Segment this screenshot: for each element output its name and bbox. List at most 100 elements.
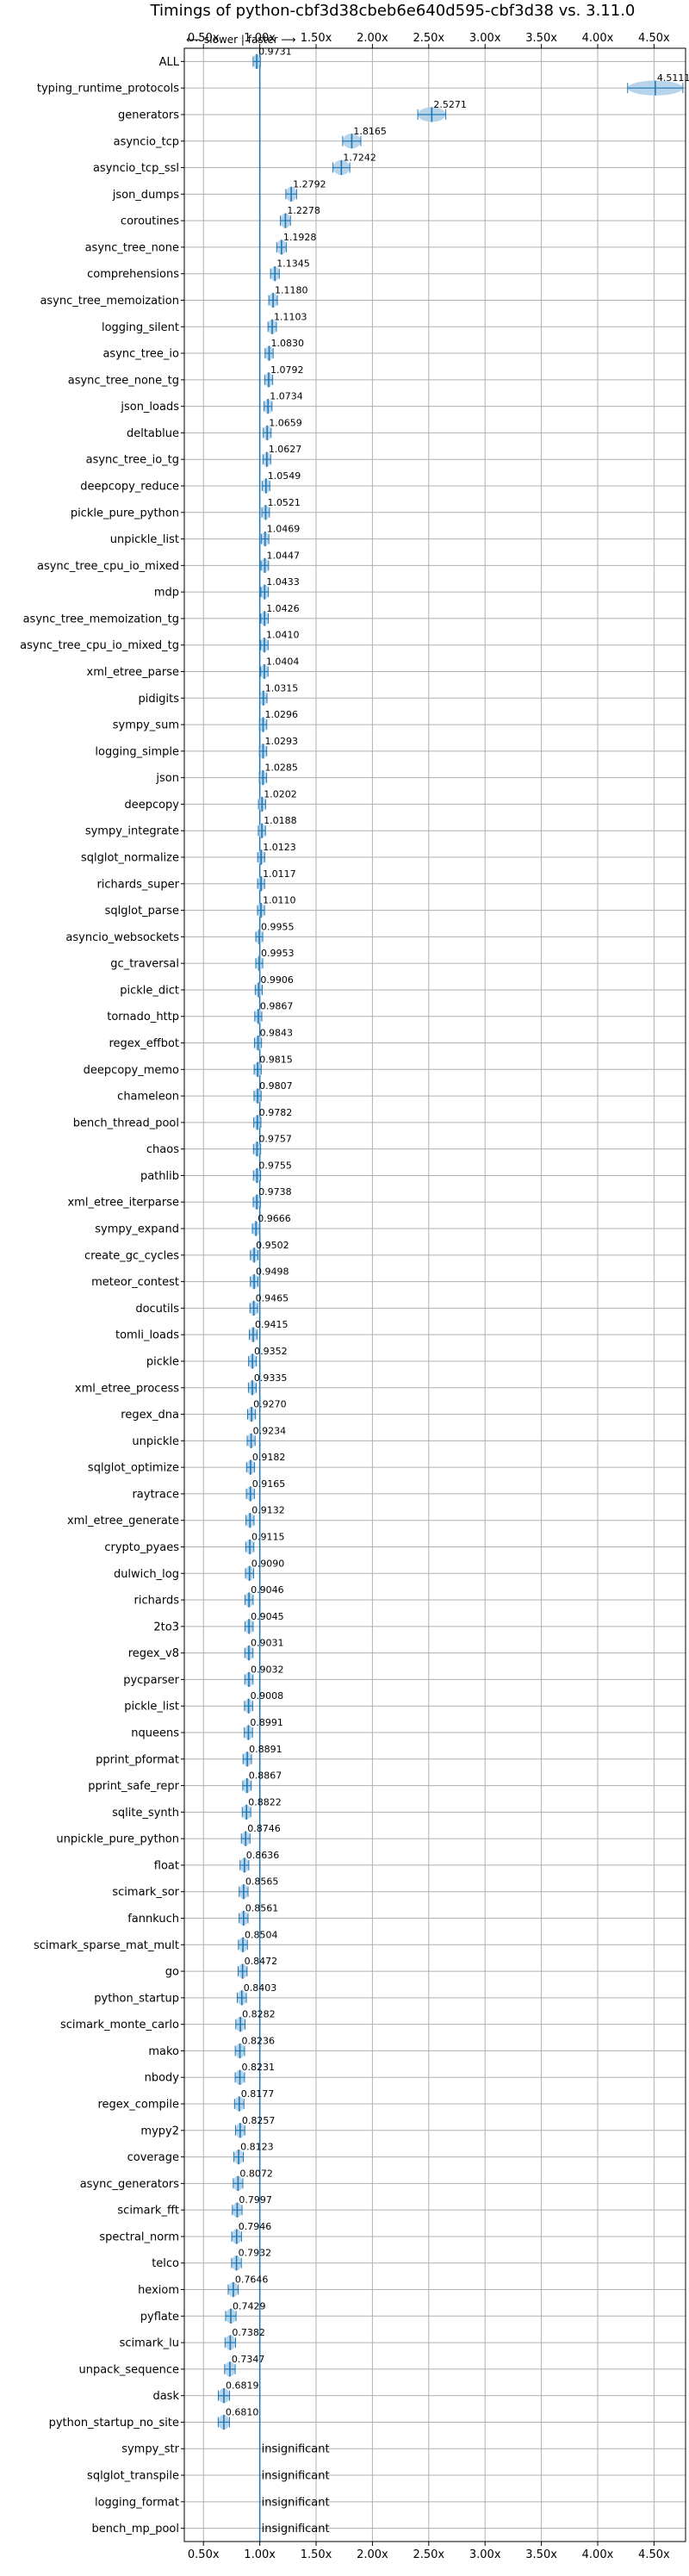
category-label: pidigits [139, 693, 180, 706]
value-label: 0.9165 [252, 1478, 286, 1490]
value-label: 1.0285 [264, 762, 298, 774]
chart-title: Timings of python-cbf3d38cbeb6e640d595-c… [150, 2, 636, 20]
value-label: 1.0469 [267, 524, 301, 535]
category-label: ALL [159, 56, 180, 69]
category-label: regex_dna [121, 1409, 179, 1422]
category-label: go [165, 1966, 179, 1979]
category-label: raytrace [132, 1488, 179, 1501]
value-label: 1.1345 [276, 258, 310, 270]
x-tick-label-bottom: 0.50x [188, 2548, 220, 2561]
category-label: scimark_sor [112, 1886, 179, 1899]
value-label: 1.0627 [269, 444, 302, 455]
category-label: crypto_pyaes [104, 1541, 179, 1554]
value-label: 0.8746 [247, 1823, 281, 1834]
insignificant-label: insignificant [262, 2496, 330, 2509]
value-label: 0.7946 [239, 2221, 272, 2232]
category-label: asyncio_websockets [65, 931, 179, 944]
category-label: richards [134, 1595, 180, 1608]
category-label: deepcopy_memo [84, 1064, 179, 1077]
value-label: 0.8072 [239, 2168, 273, 2179]
value-label: 1.0830 [270, 338, 304, 349]
category-label: sqlglot_parse [105, 905, 179, 918]
value-label: 0.9132 [251, 1505, 285, 1516]
category-label: spectral_norm [99, 2231, 179, 2243]
category-label: pyflate [140, 2311, 179, 2324]
category-label: async_generators [80, 2178, 180, 2191]
value-label: 0.9046 [251, 1584, 284, 1596]
category-label: deltablue [127, 427, 179, 440]
value-label: 1.2278 [287, 205, 320, 216]
value-label: 0.8282 [242, 2009, 276, 2020]
category-label: sqlglot_normalize [81, 852, 179, 865]
category-label: tomli_loads [115, 1329, 179, 1342]
category-label: pickle [146, 1355, 179, 1368]
value-label: 0.8236 [242, 2035, 276, 2046]
category-label: scimark_monte_carlo [60, 2019, 179, 2032]
value-label: 0.8403 [244, 1982, 277, 1994]
category-label: deepcopy_reduce [80, 480, 179, 493]
category-label: xml_etree_generate [67, 1515, 179, 1528]
value-label: 4.5111 [657, 72, 689, 84]
category-label: scimark_lu [120, 2337, 179, 2350]
value-label: 0.7646 [235, 2274, 269, 2286]
value-label: 0.8636 [246, 1850, 280, 1861]
x-tick-label-top: 4.00x [582, 32, 614, 45]
category-label: logging_silent [102, 321, 179, 334]
insignificant-label: insignificant [262, 2523, 330, 2536]
value-label: 1.0792 [270, 364, 304, 376]
insignificant-label: insignificant [262, 2443, 330, 2456]
value-label: 0.9782 [259, 1107, 293, 1118]
x-tick-label-bottom: 3.50x [525, 2548, 557, 2561]
category-label: async_tree_memoization_tg [23, 613, 179, 625]
category-label: xml_etree_parse [87, 666, 179, 679]
category-label: xml_etree_process [75, 1382, 179, 1395]
category-label: mypy2 [140, 2125, 179, 2137]
category-label: async_tree_io [102, 348, 179, 361]
category-label: logging_simple [95, 745, 179, 758]
category-label: docutils [135, 1303, 179, 1316]
value-label: 0.9843 [260, 1028, 294, 1039]
value-label: 0.9953 [261, 948, 295, 959]
category-label: async_tree_io_tg [86, 454, 179, 467]
category-label: coverage [127, 2151, 179, 2164]
category-label: mako [148, 2045, 179, 2058]
category-label: create_gc_cycles [84, 1249, 179, 1262]
category-label: sympy_str [121, 2443, 179, 2456]
category-label: xml_etree_iterparse [67, 1197, 179, 1210]
x-tick-label-top: 1.00x [244, 32, 276, 45]
value-label: 0.9666 [258, 1213, 291, 1224]
category-label: python_startup_no_site [49, 2417, 179, 2430]
value-label: 1.0117 [263, 868, 296, 880]
value-label: 0.9182 [252, 1452, 286, 1463]
value-label: 0.9234 [253, 1425, 287, 1436]
category-label: sympy_sum [113, 719, 179, 732]
value-label: 0.9031 [251, 1638, 284, 1649]
category-label: unpickle_list [110, 533, 179, 546]
marks-layer: 0.9731 4.5111 2.5271 1.8165 1.7242 1.2792 1.22… [217, 46, 689, 2536]
category-label: unpickle [132, 1435, 179, 1448]
category-label: json_loads [120, 401, 179, 414]
category-label: pprint_safe_repr [88, 1780, 179, 1793]
category-label: chameleon [117, 1091, 179, 1104]
value-label: 1.0447 [266, 550, 300, 561]
value-label: 1.0315 [265, 682, 299, 694]
category-label: sqlglot_optimize [88, 1462, 179, 1475]
category-label: sympy_integrate [85, 825, 179, 838]
value-label: 0.9465 [256, 1292, 289, 1304]
category-label: bench_mp_pool [91, 2523, 179, 2536]
value-label: 0.9738 [258, 1186, 292, 1198]
value-label: 1.8165 [353, 126, 387, 137]
value-label: 0.9906 [260, 974, 294, 986]
category-label: regex_compile [97, 2099, 179, 2112]
value-label: 1.0433 [266, 576, 300, 588]
category-label: 2to3 [153, 1621, 179, 1633]
value-label: 0.6810 [226, 2406, 259, 2417]
category-label: hexiom [138, 2284, 179, 2297]
value-label: 1.0521 [267, 497, 301, 508]
category-label: gc_traversal [110, 958, 179, 971]
value-label: 0.8231 [241, 2062, 275, 2073]
value-label: 0.9415 [255, 1319, 289, 1330]
category-label: chaos [146, 1143, 179, 1156]
category-label: typing_runtime_protocols [37, 83, 179, 96]
x-tick-label-top: 3.50x [525, 32, 557, 45]
